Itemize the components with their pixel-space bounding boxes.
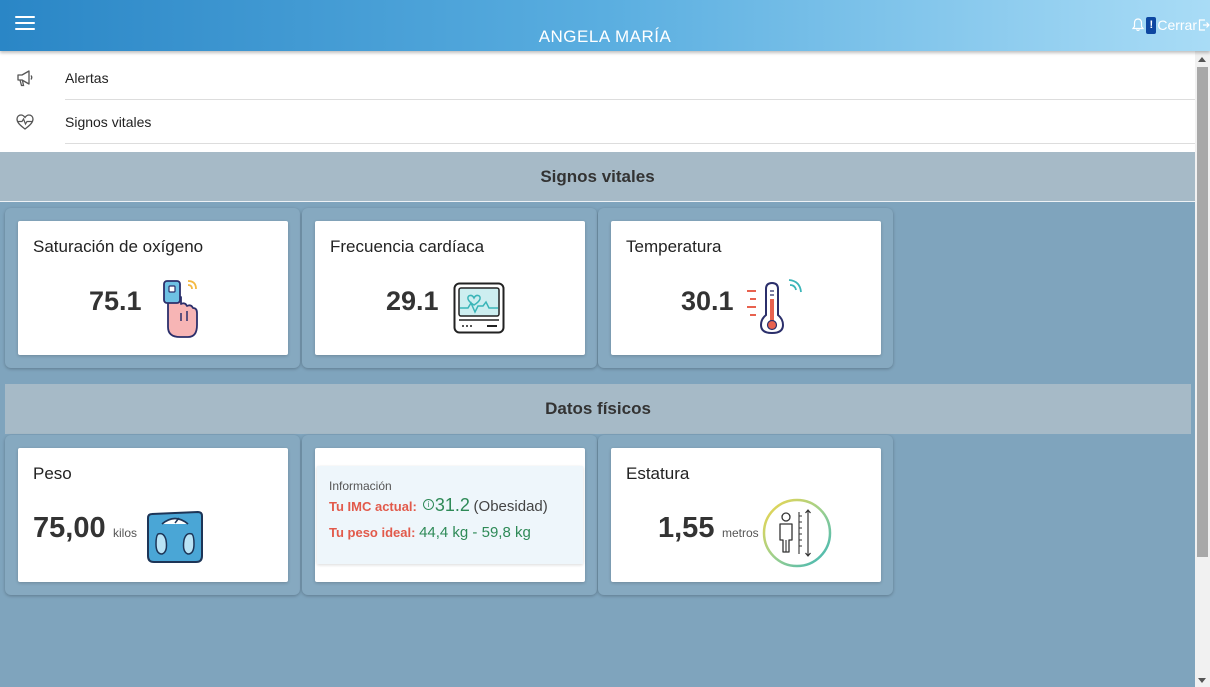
logout-icon[interactable] — [1198, 18, 1210, 32]
card-title: Estatura — [626, 464, 690, 483]
scroll-down-arrow-icon[interactable] — [1198, 678, 1206, 683]
heart-rate-value: 29.1 — [386, 286, 439, 316]
menu-divider — [65, 99, 1195, 100]
weight-card[interactable]: Peso 75,00 kilos — [18, 448, 288, 582]
height-value: 1,55 — [658, 512, 715, 544]
height-meter-icon — [762, 498, 832, 568]
oxygen-value: 75.1 — [89, 286, 142, 316]
scroll-up-arrow-icon[interactable] — [1198, 57, 1206, 62]
imc-label: Tu IMC actual: — [329, 499, 417, 514]
oxygen-card[interactable]: Saturación de oxígeno 75.1 — [18, 221, 288, 355]
header-actions: ! Cerrar — [1131, 15, 1210, 35]
menu-item-signos-vitales[interactable]: Signos vitales — [0, 101, 1195, 144]
app-header: ANGELA MARÍA ! Cerrar — [0, 0, 1210, 51]
imc-info-box: Información Tu IMC actual: i 31.2 (Obesida… — [317, 466, 583, 564]
page-scrollbar[interactable] — [1195, 51, 1210, 687]
temperature-value: 30.1 — [681, 286, 734, 316]
ideal-weight-label: Tu peso ideal: — [329, 525, 416, 540]
scrollbar-thumb[interactable] — [1197, 67, 1208, 557]
weight-value: 75,00 — [33, 512, 106, 544]
megaphone-icon — [17, 70, 33, 87]
section-title-vitals: Signos vitales — [0, 152, 1195, 202]
bell-icon[interactable] — [1131, 16, 1145, 34]
heart-pulse-icon — [16, 114, 34, 130]
info-heading: Información — [329, 479, 392, 493]
ideal-weight-row: Tu peso ideal: 44,4 kg - 59,8 kg — [329, 524, 531, 541]
info-icon[interactable]: i — [422, 499, 434, 510]
weight-unit: kilos — [113, 526, 138, 540]
card-title: Temperatura — [626, 237, 722, 256]
temperature-card[interactable]: Temperatura 30.1 — [611, 221, 881, 355]
card-title: Peso — [33, 464, 72, 483]
imc-card-wrapper: Información Tu IMC actual: i 31.2 (Obesida… — [302, 435, 597, 595]
height-card-wrapper: Estatura 1,55 metros — [598, 435, 893, 595]
heart-rate-card-wrapper: Frecuencia cardíaca 29.1 — [302, 208, 597, 368]
menu-item-label: Signos vitales — [65, 114, 152, 130]
section-title-physical: Datos físicos — [5, 384, 1191, 434]
card-title: Frecuencia cardíaca — [330, 237, 485, 256]
menu-item-alertas[interactable]: Alertas — [0, 57, 1195, 100]
heart-rate-card[interactable]: Frecuencia cardíaca 29.1 — [315, 221, 585, 355]
imc-value: 31.2 — [434, 495, 470, 515]
patient-name-title: ANGELA MARÍA — [538, 27, 672, 46]
imc-row: Tu IMC actual: i 31.2 (Obesidad) — [329, 495, 548, 516]
weight-card-wrapper: Peso 75,00 kilos — [5, 435, 300, 595]
ideal-weight-value: 44,4 kg - 59,8 kg — [419, 524, 531, 541]
height-card[interactable]: Estatura 1,55 metros — [611, 448, 881, 582]
height-unit: metros — [722, 526, 759, 540]
scale-icon — [147, 510, 203, 563]
oxygen-card-wrapper: Saturación de oxígeno 75.1 — [5, 208, 300, 368]
heart-monitor-icon — [453, 282, 505, 334]
card-title: Saturación de oxígeno — [33, 237, 204, 256]
imc-card: Información Tu IMC actual: i 31.2 (Obesida… — [315, 448, 585, 582]
side-menu-list: Alertas Signos vitales — [0, 51, 1195, 152]
menu-divider — [65, 143, 1195, 144]
notification-badge[interactable]: ! — [1146, 16, 1157, 34]
logout-button[interactable]: Cerrar — [1157, 17, 1197, 33]
temperature-card-wrapper: Temperatura 30.1 — [598, 208, 893, 368]
thermometer-icon — [747, 279, 802, 335]
imc-category: (Obesidad) — [473, 498, 548, 515]
menu-item-label: Alertas — [65, 70, 109, 86]
pulse-oximeter-icon — [163, 280, 198, 338]
